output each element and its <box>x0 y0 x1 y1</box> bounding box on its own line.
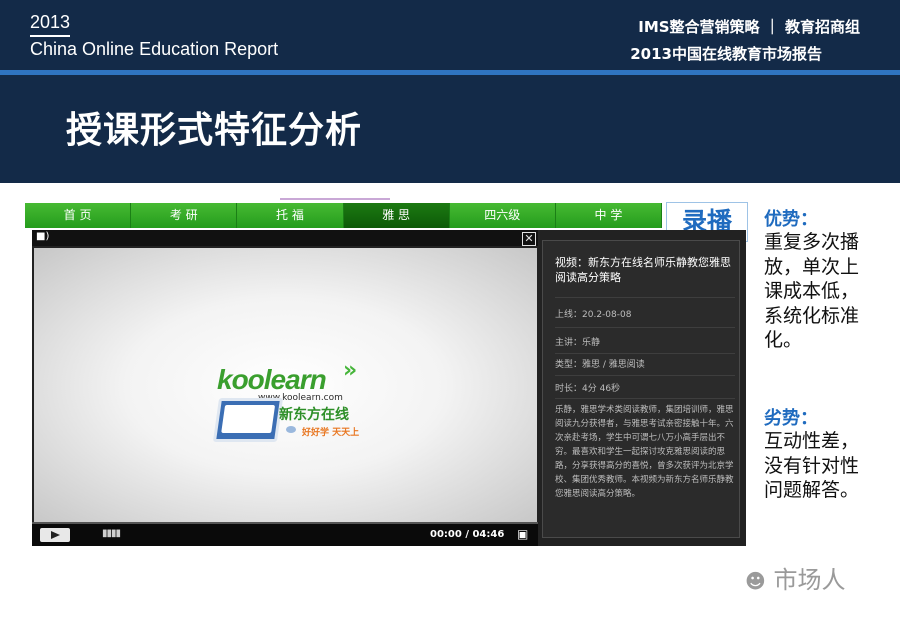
mouse-icon <box>286 426 296 433</box>
video-date: 上线：20.2-08-08 <box>555 310 632 320</box>
page-title: 授课形式特征分析 <box>66 110 363 151</box>
video-player: ■) ✕ koolearn » www.koolearn.com 新东方在线 好… <box>32 230 746 546</box>
report-title-en: China Online Education Report <box>30 39 279 59</box>
divider <box>555 398 735 399</box>
logo-cn-name: 新东方在线 <box>279 407 349 423</box>
nav-item-cet[interactable]: 四六级 <box>450 203 556 228</box>
video-info-panel: 视频：新东方在线名师乐静教您雅思阅读高分策略 上线：20.2-08-08 主讲：… <box>542 240 740 538</box>
disadvantages-heading: 劣势： <box>764 408 818 429</box>
advantages-text: 重复多次播放，单次上课成本低，系统化标准化。 <box>764 231 860 351</box>
video-title: 视频：新东方在线名师乐静教您雅思阅读高分策略 <box>555 256 731 284</box>
logo-arrow-icon: » <box>343 358 358 383</box>
watermark: ☻ 市场人 <box>745 560 846 595</box>
monitor-icon <box>212 398 284 442</box>
wechat-icon: ☻ <box>745 569 766 593</box>
video-screen[interactable]: koolearn » www.koolearn.com 新东方在线 好好学 天天… <box>34 248 537 524</box>
accent-line <box>280 198 390 200</box>
nav-item-toefl[interactable]: 托 福 <box>237 203 344 228</box>
divider <box>555 297 735 298</box>
player-controls: ▮▮▮▮ 00:00 / 04:46 ▣ <box>32 524 538 546</box>
divider <box>555 353 735 354</box>
koolearn-logo: koolearn <box>217 364 327 395</box>
video-duration: 时长：4分 46秒 <box>555 384 621 394</box>
video-category: 类型：雅思 / 雅思阅读 <box>555 360 645 370</box>
video-speaker: 主讲：乐静 <box>555 338 601 348</box>
nav-item-kaoyan[interactable]: 考 研 <box>131 203 238 228</box>
watermark-text: 市场人 <box>773 566 846 594</box>
disadvantages-text: 互动性差，没有针对性问题解答。 <box>764 430 860 501</box>
play-button[interactable] <box>40 528 70 542</box>
year-underline <box>30 35 70 37</box>
logo-slogan: 好好学 天天上 <box>302 428 360 438</box>
divider <box>555 327 735 328</box>
title-bar: 授课形式特征分析 <box>0 75 900 183</box>
time-display: 00:00 / 04:46 <box>430 529 505 540</box>
header-bar: 2013 China Online Education Report IMS整合… <box>0 0 900 70</box>
player-top-bar: ■) ✕ <box>32 230 538 246</box>
volume-icon[interactable]: ▮▮▮▮ <box>102 528 121 539</box>
report-title-cn: 2013中国在线教育市场报告 <box>630 45 822 63</box>
nav-item-middle-school[interactable]: 中 学 <box>556 203 663 228</box>
video-description: 乐静，雅思学术类阅读教师，集团培训师，雅思阅读九分获得者，与雅思考试亲密接触十年… <box>555 405 734 499</box>
speaker-icon[interactable]: ■) <box>36 231 49 242</box>
site-nav: 首 页 考 研 托 福 雅 思 四六级 中 学 <box>25 203 663 228</box>
advantages-heading: 优势： <box>764 209 818 230</box>
nav-item-ielts[interactable]: 雅 思 <box>343 203 450 228</box>
fullscreen-icon[interactable]: ▣ <box>517 527 528 541</box>
nav-item-home[interactable]: 首 页 <box>25 203 132 228</box>
org-label: IMS整合营销策略 ｜ 教育招商组 <box>638 18 860 36</box>
close-icon[interactable]: ✕ <box>522 232 536 246</box>
divider <box>555 375 735 376</box>
report-year: 2013 <box>30 12 71 32</box>
